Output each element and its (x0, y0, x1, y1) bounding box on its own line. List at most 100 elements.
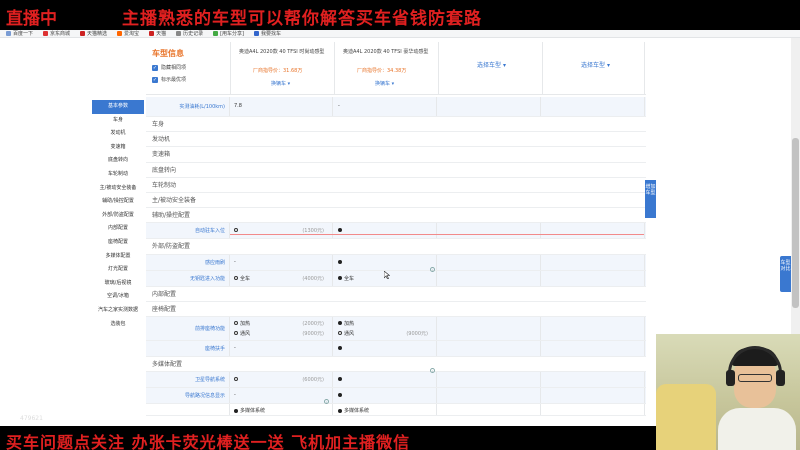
info-icon[interactable]: i (430, 266, 435, 272)
nav-item-basic[interactable]: 基本参数 (92, 100, 144, 114)
spec-cell: 全车 (4000元) (230, 270, 333, 286)
mark-best-option[interactable]: ✓ 标示最优项 (152, 76, 186, 83)
nav-item-brakes[interactable]: 车轮制动 (92, 168, 144, 182)
spec-label[interactable]: 前排座椅功能 (146, 316, 230, 340)
nav-item-glass[interactable]: 玻璃/后视镜 (92, 277, 144, 291)
nav-item-test-data[interactable]: 汽车之家实测数据 (92, 304, 144, 318)
bookmark-taobao[interactable]: 爱淘宝 (117, 30, 139, 37)
spec-cell (438, 340, 541, 356)
nav-item-body[interactable]: 车身 (92, 114, 144, 128)
bookmark-tmall-select[interactable]: 天猫精选 (80, 30, 107, 37)
nav-item-aircon[interactable]: 空调/冰箱 (92, 290, 144, 304)
section-header: 座椅配置 (146, 301, 646, 317)
info-icon[interactable]: i (324, 399, 329, 405)
tmall-icon (80, 31, 86, 36)
table-row: 实测油耗(L/100km) 7.8 - (146, 97, 646, 117)
optional-dot-icon (338, 331, 342, 336)
nav-item-chassis[interactable]: 底盘转向 (92, 154, 144, 168)
standard-dot-icon (338, 377, 342, 382)
spec-label[interactable]: 导航路况信息显示 (146, 388, 230, 404)
scrollbar-thumb[interactable] (792, 138, 799, 308)
table-row: 自动驻车入位 (1300元) (146, 223, 646, 240)
baidu-icon (6, 31, 11, 36)
table-row: 导航路况信息显示 - (146, 388, 646, 405)
car-name[interactable]: 奥迪A4L 2020款 40 TFSI 豪华动感型 (343, 48, 433, 56)
checkbox-icon[interactable]: ✓ (152, 76, 158, 83)
nav-item-engine[interactable]: 发动机 (92, 127, 144, 141)
header-divider (146, 94, 646, 95)
spec-label[interactable]: 卫星导航系统 (146, 372, 230, 388)
spec-cell (542, 316, 645, 340)
standard-dot-icon (338, 276, 342, 280)
nav-item-exterior[interactable]: 外部/防盗配置 (92, 209, 144, 223)
car-column-2: 奥迪A4L 2020款 40 TFSI 豪华动感型 厂商指导价：34.38万 换… (334, 42, 437, 94)
select-car-dropdown[interactable]: 选择车型 ▾ (581, 60, 610, 69)
bookmark-baidu[interactable]: 百度一下 (6, 30, 33, 37)
table-row: 无钥匙进入功能 全车 (4000元) 全车 i (146, 266, 646, 287)
spec-cell: 加热 通风 (9000元) (334, 316, 437, 340)
spec-cell: - (334, 97, 437, 116)
car-info-title: 车型信息 (152, 49, 184, 58)
section-header: 辅助/操控配置 (146, 208, 646, 224)
change-car-button[interactable]: 换辆车 ▾ (271, 80, 290, 87)
bookmark-history[interactable]: 历史记录 (176, 30, 203, 37)
spec-nav: 基本参数 车身 发动机 变速箱 底盘转向 车轮制动 主/被动安全装备 辅助/操控… (92, 100, 144, 331)
spec-label[interactable]: 实测油耗(L/100km) (146, 97, 230, 116)
section-header: 发动机 (146, 132, 646, 148)
table-row: 前排座椅功能 加热 (2000元) 通风 (9000元) 加热 通风 (9000… (146, 316, 646, 341)
standard-dot-icon (338, 321, 342, 326)
table-row: 感应雨刷 - (146, 254, 646, 271)
standard-dot-icon (234, 408, 238, 413)
nav-item-assist[interactable]: 辅助/操控配置 (92, 195, 144, 209)
section-header: 车轮制动 (146, 177, 646, 193)
select-car-dropdown[interactable]: 选择车型 ▾ (477, 60, 506, 69)
nav-item-gearbox[interactable]: 变速箱 (92, 141, 144, 155)
bookmark-tmall[interactable]: 天猫 (149, 30, 166, 37)
spec-table: 实测油耗(L/100km) 7.8 - 车身 发动机 变速箱 底盘转向 车轮制动… (146, 96, 646, 417)
spec-cell: - (230, 254, 333, 270)
optional-dot-icon (234, 331, 238, 336)
standard-dot-icon (338, 393, 342, 398)
taobao-icon (117, 31, 123, 36)
spec-cell (334, 340, 437, 356)
table-row: 座椅扶手 - (146, 340, 646, 357)
history-icon (176, 31, 182, 36)
info-icon[interactable]: i (430, 368, 435, 374)
car-name[interactable]: 奥迪A4L 2020款 40 TFSI 时尚动感型 (239, 48, 329, 56)
car-info-panel: 车型信息 ✓ 隐藏相同项 ✓ 标示最优项 (146, 42, 230, 94)
nav-item-lights[interactable]: 灯光配置 (92, 263, 144, 277)
spec-label[interactable]: 自动驻车入位 (146, 223, 230, 239)
spec-cell (542, 404, 645, 416)
nav-item-safety[interactable]: 主/被动安全装备 (92, 182, 144, 196)
nav-item-interior[interactable]: 内部配置 (92, 222, 144, 236)
viewer-count: 479621 (20, 415, 43, 422)
spec-cell (438, 270, 541, 286)
spec-cell: i (334, 368, 437, 388)
bookmark-share[interactable]: [用车分享] (213, 30, 244, 37)
spec-cell: (1300元) (230, 223, 333, 239)
bookmark-find-car[interactable]: 我要找车 (254, 30, 281, 37)
section-header: 外部/防盗配置 (146, 239, 646, 255)
spec-label[interactable]: 感应雨刷 (146, 254, 230, 270)
spec-label[interactable]: 无钥匙进入功能 (146, 270, 230, 286)
hide-same-option[interactable]: ✓ 隐藏相同项 (152, 64, 186, 71)
spec-cell: 7.8 (230, 97, 333, 116)
nav-item-media[interactable]: 多媒体配置 (92, 250, 144, 264)
checkbox-icon[interactable]: ✓ (152, 64, 158, 71)
nav-item-packages[interactable]: 选装包 (92, 318, 144, 332)
change-car-button[interactable]: 换辆车 ▾ (375, 80, 394, 87)
jd-icon (43, 31, 49, 36)
spec-label[interactable]: 座椅扶手 (146, 340, 230, 356)
spec-cell (334, 223, 437, 239)
car-column-4: 选择车型 ▾ (542, 42, 645, 94)
car-price: 厂商指导价：31.68万 (253, 68, 303, 74)
spec-cell (438, 223, 541, 239)
bookmark-jd[interactable]: 京东商城 (43, 30, 70, 37)
nav-item-seats[interactable]: 座椅配置 (92, 236, 144, 250)
section-header: 多媒体配置 (146, 356, 646, 373)
compare-side-tab[interactable]: 车型对比 (780, 256, 791, 292)
share-icon (213, 31, 219, 36)
chevron-down-icon: ▾ (606, 62, 610, 69)
tmall-icon (149, 31, 155, 36)
add-car-tab[interactable]: 增加车型 (645, 180, 656, 218)
